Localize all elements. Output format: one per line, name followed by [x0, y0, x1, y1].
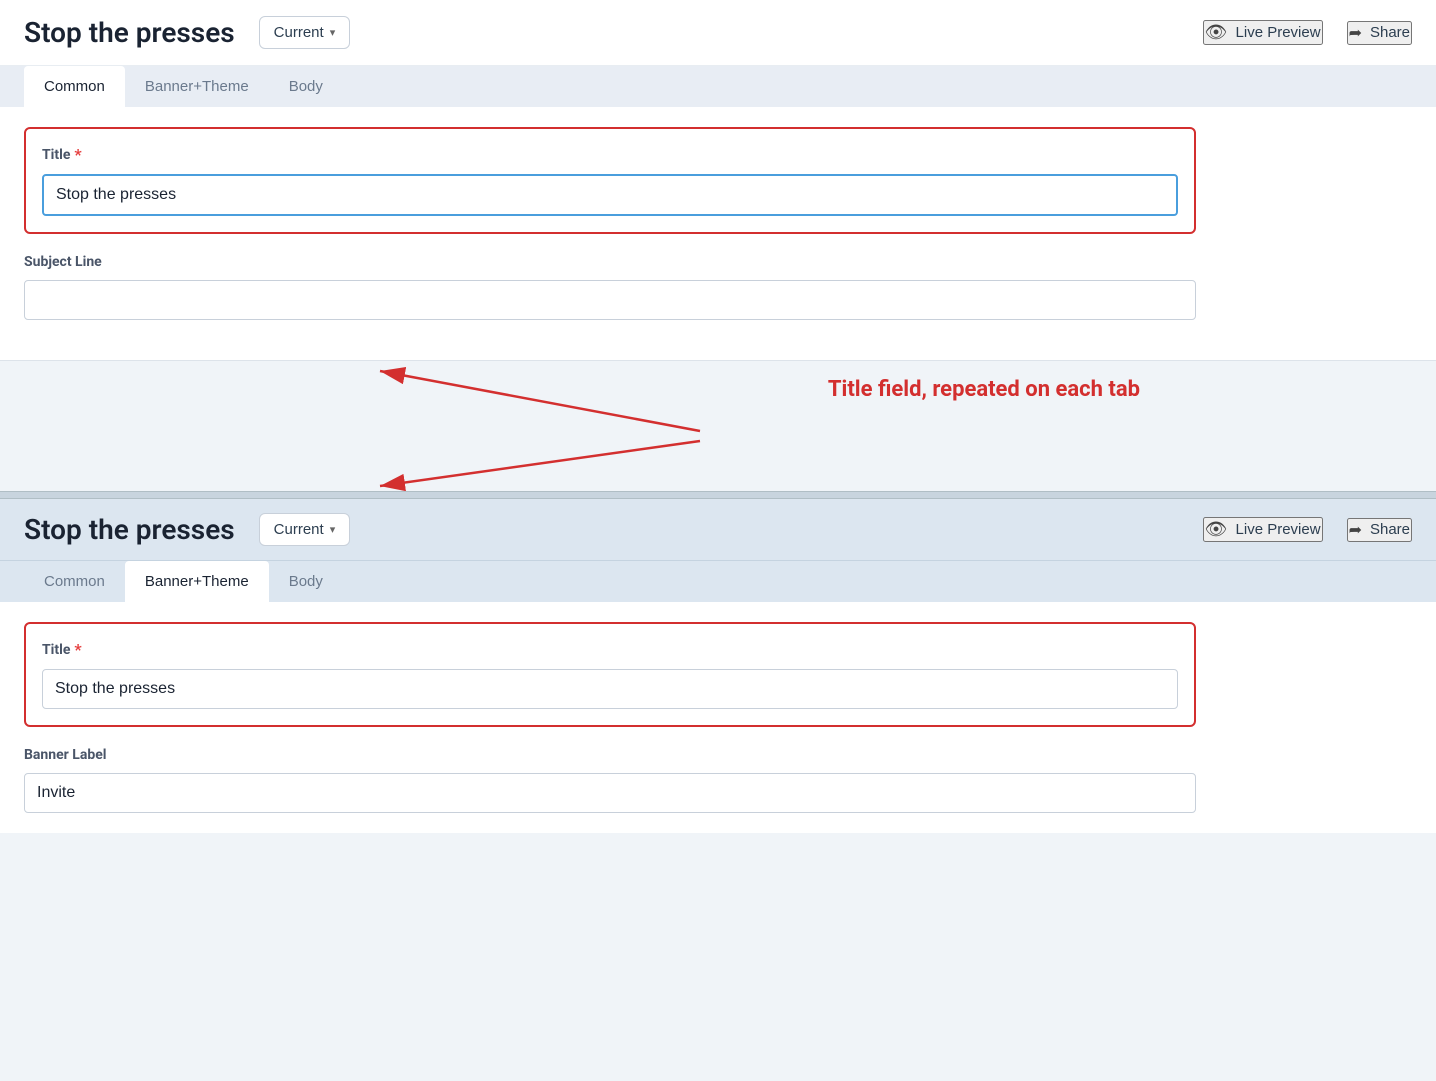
banner-label-label: Banner Label — [24, 747, 1196, 763]
tab-common-2[interactable]: Common — [24, 561, 125, 602]
tab-body-2[interactable]: Body — [269, 561, 343, 602]
header-actions: 👁 Live Preview ➦ Share — [1203, 20, 1412, 45]
banner-label-input[interactable] — [24, 773, 1196, 813]
eye-icon: 👁 — [1205, 22, 1228, 43]
annotation-area: Title field, repeated on each tab — [0, 361, 1220, 491]
tab-banner-theme[interactable]: Banner+Theme — [125, 66, 269, 107]
chevron-down-icon: ▾ — [330, 26, 336, 39]
page-title-2: Stop the presses — [24, 513, 235, 546]
version-dropdown[interactable]: Current ▾ — [259, 16, 351, 49]
panel-1: Stop the presses Current ▾ 👁 Live Previe… — [0, 0, 1436, 361]
tab-banner-theme-2[interactable]: Banner+Theme — [125, 561, 269, 603]
panel-2-header: Stop the presses Current ▾ 👁 Live Previe… — [0, 499, 1436, 561]
title-input-2[interactable] — [42, 669, 1178, 709]
live-preview-button-2[interactable]: 👁 Live Preview — [1203, 517, 1323, 542]
required-indicator-2: * — [74, 640, 81, 659]
share-button-2[interactable]: ➦ Share — [1347, 518, 1412, 542]
required-indicator: * — [74, 145, 81, 164]
panel-1-header: Stop the presses Current ▾ 👁 Live Previe… — [0, 0, 1436, 66]
panel-2: Stop the presses Current ▾ 👁 Live Previe… — [0, 499, 1436, 833]
panel-1-content: Title * Subject Line — [0, 107, 1220, 360]
header-actions-2: 👁 Live Preview ➦ Share — [1203, 517, 1412, 542]
live-preview-label-2: Live Preview — [1236, 521, 1321, 538]
live-preview-button[interactable]: 👁 Live Preview — [1203, 20, 1323, 45]
subject-line-input[interactable] — [24, 280, 1196, 320]
title-input[interactable] — [42, 174, 1178, 216]
tab-body[interactable]: Body — [269, 66, 343, 107]
eye-icon-2: 👁 — [1205, 519, 1228, 540]
title-field-label: Title * — [42, 145, 1178, 164]
title-field-label-2: Title * — [42, 640, 1178, 659]
tab-common[interactable]: Common — [24, 66, 125, 108]
panel-1-tabs: Common Banner+Theme Body — [0, 66, 1436, 107]
subject-line-section: Subject Line — [24, 254, 1196, 320]
version-dropdown-2[interactable]: Current ▾ — [259, 513, 351, 546]
banner-label-section: Banner Label — [24, 747, 1196, 813]
panel-2-content: Title * Banner Label — [0, 602, 1220, 833]
chevron-down-icon-2: ▾ — [330, 523, 336, 536]
panel-2-tabs: Common Banner+Theme Body — [0, 561, 1436, 602]
share-label-2: Share — [1370, 521, 1410, 538]
title-field-section: Title * — [24, 127, 1196, 234]
subject-line-label: Subject Line — [24, 254, 1196, 270]
share-label: Share — [1370, 24, 1410, 41]
version-label-2: Current — [274, 521, 324, 538]
share-icon-2: ➦ — [1349, 520, 1362, 540]
main-wrapper: Stop the presses Current ▾ 👁 Live Previe… — [0, 0, 1436, 833]
title-field-section-2: Title * — [24, 622, 1196, 727]
panel-divider — [0, 491, 1436, 499]
page-title: Stop the presses — [24, 16, 235, 49]
share-icon: ➦ — [1349, 23, 1362, 43]
live-preview-label: Live Preview — [1236, 24, 1321, 41]
annotation-text: Title field, repeated on each tab — [828, 376, 1140, 405]
share-button[interactable]: ➦ Share — [1347, 21, 1412, 45]
version-label: Current — [274, 24, 324, 41]
